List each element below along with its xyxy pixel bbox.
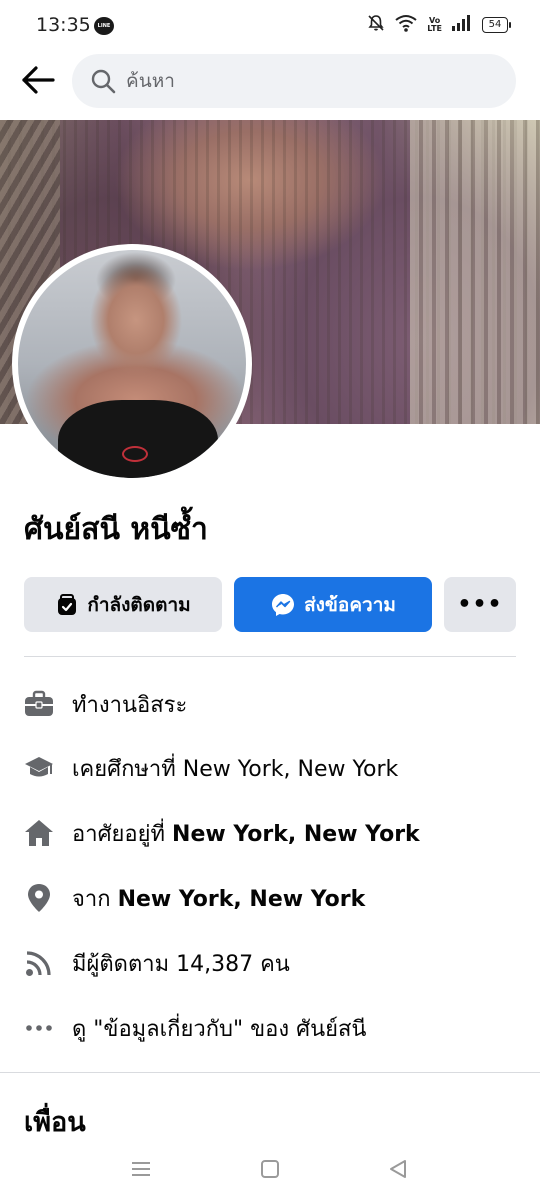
following-icon [55,593,79,617]
messenger-icon [270,592,296,618]
top-nav [0,54,540,120]
detail-see-about[interactable]: ดู "ข้อมูลเกี่ยวกับ" ของ ศันย์สนี [24,1000,524,1056]
detail-education: เคยศึกษาที่ New York, New York [24,740,524,796]
rss-feed-icon [24,948,54,978]
more-options-button[interactable]: ••• [444,577,516,632]
detail-work-text: ทำงานอิสระ [72,692,188,718]
briefcase-icon [24,689,54,719]
friends-section-title: เพื่อน [24,1107,86,1138]
avatar-photo-detail [58,400,218,478]
status-icons: Vo LTE 54 [367,14,511,36]
divider [24,656,516,657]
signal-icon [452,15,472,35]
send-message-label: ส่งข้อความ [304,593,396,616]
wifi-icon [395,14,417,36]
back-arrow-icon [21,66,55,98]
detail-lives-in-prefix: อาศัยอยู่ที่ [72,821,173,847]
avatar-photo-logo [122,446,148,462]
home-icon [24,818,54,848]
avatar-photo [18,250,246,478]
detail-from-prefix: จาก [72,886,118,912]
system-back-button[interactable] [383,1156,413,1186]
search-box[interactable] [72,54,516,108]
triangle-back-icon [388,1159,408,1183]
send-message-button[interactable]: ส่งข้อความ [234,577,432,632]
detail-lives-in-text: อาศัยอยู่ที่ New York, New York [72,816,420,851]
menu-lines-icon [130,1160,152,1182]
square-icon [260,1159,280,1183]
following-label: กำลังติดตาม [87,593,191,616]
section-separator [0,1072,540,1073]
battery-indicator: 54 [482,17,511,33]
following-button[interactable]: กำลังติดตาม [24,577,222,632]
detail-from: จาก New York, New York [24,870,524,926]
back-button[interactable] [18,64,58,100]
profile-name: ศันย์สนี หนีซ้ำ [24,512,208,547]
detail-lives-in-place[interactable]: New York, New York [172,822,420,847]
detail-from-place[interactable]: New York, New York [118,887,366,912]
detail-education-text: เคยศึกษาที่ New York, New York [72,756,399,782]
detail-work: ทำงานอิสระ [24,676,524,732]
action-row: กำลังติดตาม ส่งข้อความ ••• [24,577,516,632]
search-input[interactable] [124,69,488,93]
graduation-cap-icon [24,753,54,783]
location-pin-icon [24,883,54,913]
profile-avatar[interactable] [12,244,252,484]
volte-icon: Vo LTE [427,17,442,33]
search-icon [90,68,116,94]
detail-see-about-text: ดู "ข้อมูลเกี่ยวกับ" ของ ศันย์สนี [72,1016,367,1042]
status-time: 13:35 [36,14,91,36]
line-icon: LINE [94,17,114,35]
detail-lives-in: อาศัยอยู่ที่ New York, New York [24,805,524,861]
volte-bottom: LTE [427,24,442,33]
cover-photo-curtain [410,120,540,424]
system-navigation-bar [0,1140,540,1200]
detail-followers[interactable]: มีผู้ติดตาม 14,387 คน [24,935,524,991]
status-bar: 13:35 LINE Vo LTE 54 [0,0,540,54]
mute-icon [367,14,385,36]
home-button[interactable] [255,1156,285,1186]
more-dots-icon [24,1013,54,1043]
detail-from-text: จาก New York, New York [72,881,365,916]
recent-apps-button[interactable] [126,1156,156,1186]
detail-followers-text: มีผู้ติดตาม 14,387 คน [72,951,290,977]
